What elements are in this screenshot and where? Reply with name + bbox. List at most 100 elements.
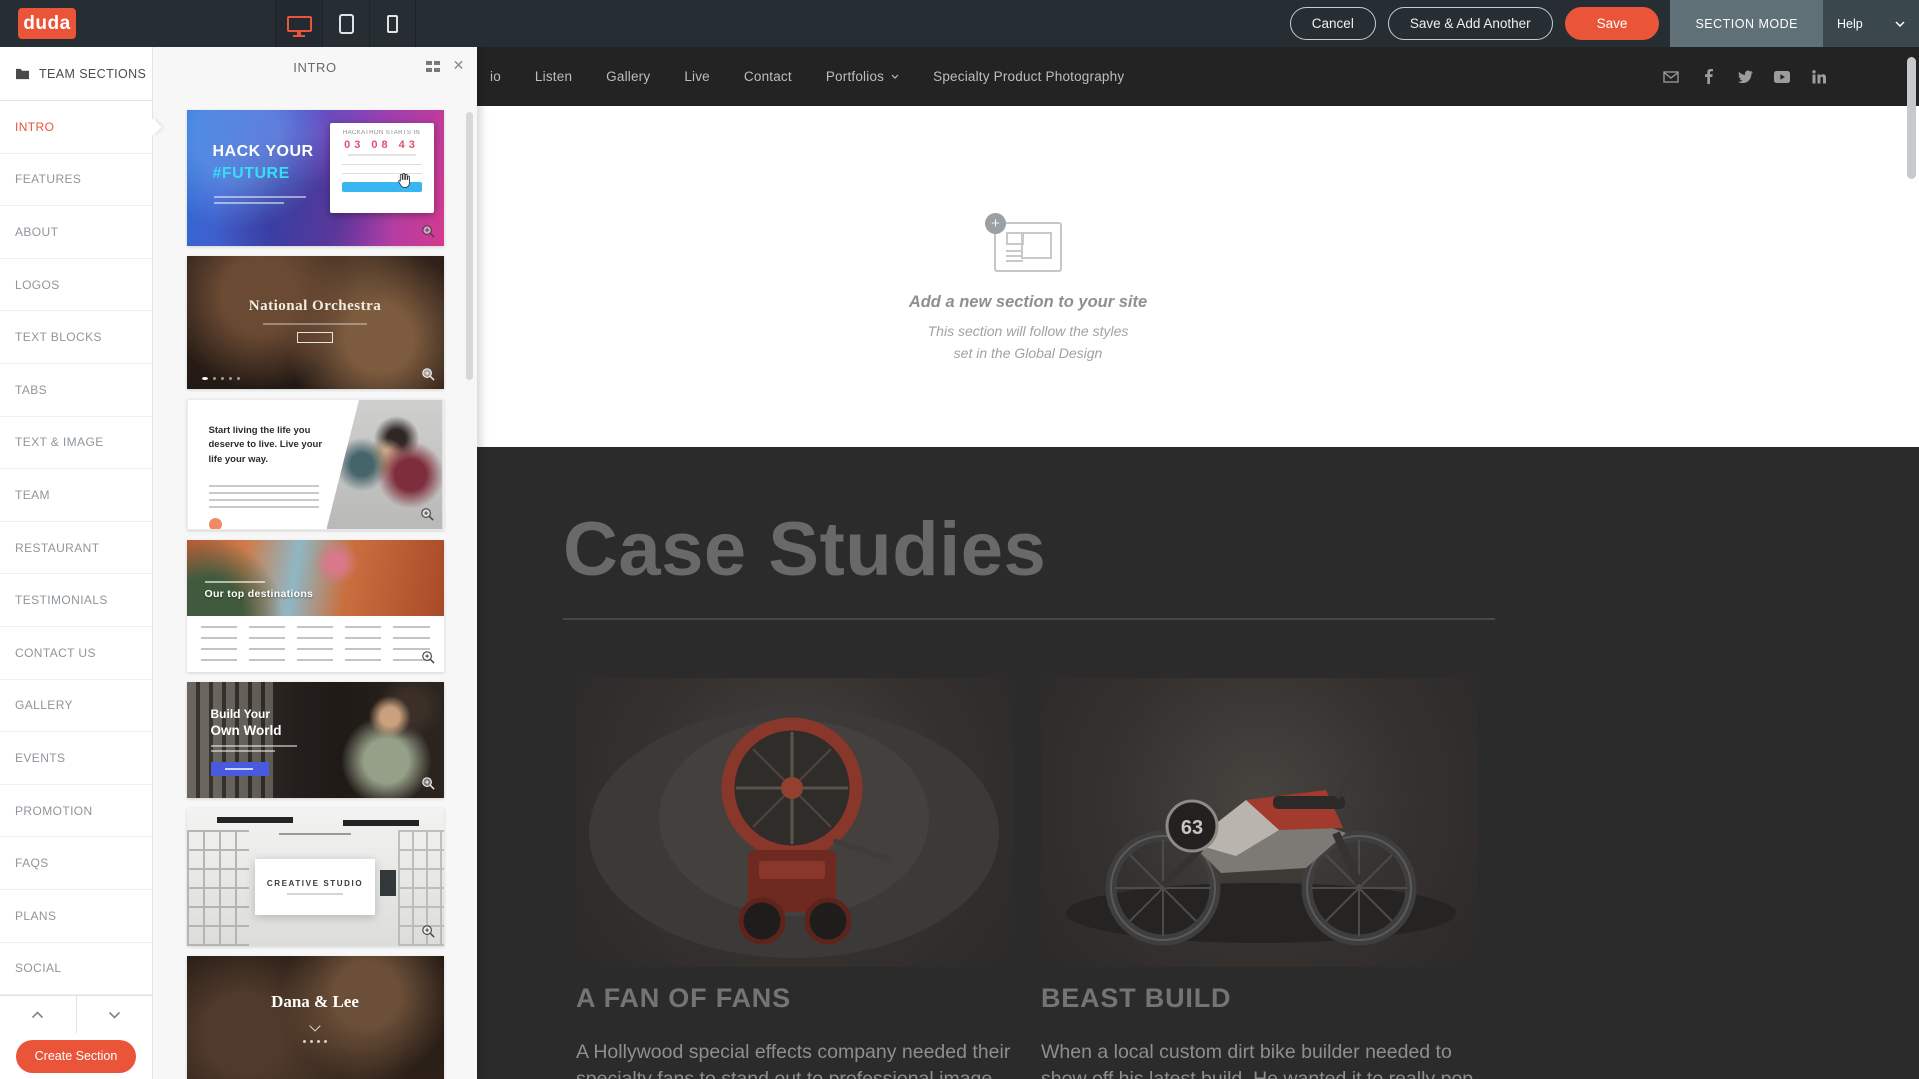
zoom-in-icon[interactable] <box>420 775 437 792</box>
chevron-up-icon <box>31 1011 44 1019</box>
folder-icon <box>15 67 30 80</box>
zoom-in-icon[interactable] <box>420 223 437 240</box>
sidebar-item-events[interactable]: EVENTS <box>0 732 152 785</box>
case-study-title: BEAST BUILD <box>1041 983 1478 1014</box>
template-thumb-hack-your-future[interactable]: HACK YOUR #FUTURE HACKATHON STARTS IN 03… <box>187 110 444 246</box>
scroll-up-button[interactable] <box>0 996 76 1033</box>
twitter-icon[interactable] <box>1737 69 1753 85</box>
page-scrollbar[interactable] <box>1907 57 1916 179</box>
add-section-placeholder[interactable]: + Add a new section to your site This se… <box>818 222 1238 364</box>
template-thumb-national-orchestra[interactable]: National Orchestra <box>187 256 444 389</box>
sidebar-item-text-image[interactable]: TEXT & IMAGE <box>0 417 152 470</box>
site-navbar: io Listen Gallery Live Contact Portfolio… <box>477 47 1919 106</box>
help-label: Help <box>1837 17 1863 31</box>
sidebar-item-list: INTRO FEATURES ABOUT LOGOS TEXT BLOCKS T… <box>0 101 152 995</box>
sidebar-item-gallery[interactable]: GALLERY <box>0 680 152 733</box>
save-button[interactable]: Save <box>1565 7 1660 40</box>
create-section-area: Create Section <box>0 1033 152 1079</box>
template-thumb-top-destinations[interactable]: Our top destinations <box>187 540 444 672</box>
cancel-button[interactable]: Cancel <box>1290 7 1376 40</box>
thumb-heading: Build Your <box>211 707 271 721</box>
template-thumb-dana-and-lee[interactable]: Dana & Lee <box>187 956 444 1079</box>
thumb-heading: HACK YOUR <box>213 143 314 161</box>
add-section-strip[interactable]: + Add a new section to your site This se… <box>477 106 1919 447</box>
template-thumb-creative-studio[interactable]: CREATIVE STUDIO <box>187 808 444 946</box>
site-nav-item-portfolios[interactable]: Portfolios <box>826 69 899 84</box>
thumb-heading-accent: #FUTURE <box>213 165 290 183</box>
email-icon[interactable] <box>1663 69 1679 85</box>
template-thumb-build-your-own-world[interactable]: Build Your Own World <box>187 682 444 798</box>
zoom-in-icon[interactable] <box>420 649 437 666</box>
case-study-title: A FAN OF FANS <box>576 983 1013 1014</box>
plus-icon: + <box>985 213 1006 234</box>
fan-photo <box>576 678 1013 967</box>
chevron-down-icon <box>1895 21 1905 27</box>
scroll-down-button[interactable] <box>76 996 153 1033</box>
site-nav-item-partial[interactable]: io <box>490 69 501 84</box>
site-nav-item-live[interactable]: Live <box>684 69 710 84</box>
sidebar-item-plans[interactable]: PLANS <box>0 890 152 943</box>
zoom-in-icon[interactable] <box>419 506 436 523</box>
thumb-bullet <box>209 518 222 530</box>
countdown-numbers: 03 08 43 <box>338 139 426 151</box>
site-nav-item-gallery[interactable]: Gallery <box>606 69 650 84</box>
thumb-decoration <box>342 156 422 165</box>
panel-scrollbar[interactable] <box>466 112 473 380</box>
thumb-decoration <box>214 202 284 204</box>
desktop-preview-button[interactable] <box>275 0 322 47</box>
site-preview: io Listen Gallery Live Contact Portfolio… <box>477 47 1919 1079</box>
grid-view-icon[interactable] <box>426 60 441 73</box>
editor-topbar: duda Cancel Save & Add Another Save SECT… <box>0 0 1919 47</box>
sidebar-item-about[interactable]: ABOUT <box>0 206 152 259</box>
thumb-title: Start living the life you deserve to liv… <box>209 424 331 467</box>
intro-templates-panel: INTRO ✕ HACK YOUR #FUTURE HACKATHON STAR… <box>153 47 477 1079</box>
thumb-decoration <box>211 750 275 752</box>
mobile-icon <box>387 15 398 33</box>
thumb-decoration <box>214 196 306 198</box>
sidebar-item-contact-us[interactable]: CONTACT US <box>0 627 152 680</box>
create-section-button[interactable]: Create Section <box>16 1040 136 1073</box>
destinations-table <box>187 616 444 672</box>
facebook-icon[interactable] <box>1700 69 1716 85</box>
sidebar-item-testimonials[interactable]: TESTIMONIALS <box>0 574 152 627</box>
bike-photo: 63 <box>1041 678 1478 967</box>
sidebar-item-features[interactable]: FEATURES <box>0 154 152 207</box>
thumb-decoration <box>287 893 343 895</box>
heading-divider <box>563 618 1495 620</box>
duda-logo: duda <box>18 8 76 39</box>
sidebar-item-restaurant[interactable]: RESTAURANT <box>0 522 152 575</box>
case-study-body: A Hollywood special effects company need… <box>576 1039 1016 1079</box>
chevron-down-icon <box>108 1011 121 1019</box>
nav-label: Portfolios <box>826 69 884 84</box>
sidebar-item-social[interactable]: SOCIAL <box>0 943 152 996</box>
sidebar-item-promotion[interactable]: PROMOTION <box>0 785 152 838</box>
sidebar-item-logos[interactable]: LOGOS <box>0 259 152 312</box>
site-nav-item-specialty[interactable]: Specialty Product Photography <box>933 69 1124 84</box>
sidebar-item-tabs[interactable]: TABS <box>0 364 152 417</box>
topbar-actions: Cancel Save & Add Another Save SECTION M… <box>1290 0 1919 47</box>
sections-sidebar: TEAM SECTIONS INTRO FEATURES ABOUT LOGOS… <box>0 47 153 1079</box>
close-icon[interactable]: ✕ <box>453 57 465 74</box>
template-thumb-start-living[interactable]: Start living the life you deserve to liv… <box>187 399 444 530</box>
bike-number-badge: 63 <box>1181 817 1203 839</box>
site-nav-item-contact[interactable]: Contact <box>744 69 792 84</box>
thumb-heading: Own World <box>211 723 282 738</box>
thumb-decoration <box>209 485 319 510</box>
save-add-another-button[interactable]: Save & Add Another <box>1388 7 1553 40</box>
sidebar-item-text-blocks[interactable]: TEXT BLOCKS <box>0 311 152 364</box>
panel-header: INTRO ✕ <box>153 47 477 87</box>
desktop-icon <box>287 16 312 32</box>
sidebar-item-faqs[interactable]: FAQS <box>0 837 152 890</box>
mobile-preview-button[interactable] <box>369 0 416 47</box>
zoom-in-icon[interactable] <box>420 366 437 383</box>
countdown-title: HACKATHON STARTS IN <box>338 130 426 136</box>
sidebar-item-team[interactable]: TEAM <box>0 469 152 522</box>
help-menu[interactable]: Help <box>1823 0 1919 47</box>
tablet-preview-button[interactable] <box>322 0 369 47</box>
sidebar-header: TEAM SECTIONS <box>0 47 152 101</box>
sidebar-item-intro[interactable]: INTRO <box>0 101 152 154</box>
site-nav-item-listen[interactable]: Listen <box>535 69 572 84</box>
youtube-icon[interactable] <box>1774 69 1790 85</box>
zoom-in-icon[interactable] <box>420 923 437 940</box>
linkedin-icon[interactable] <box>1811 69 1827 85</box>
